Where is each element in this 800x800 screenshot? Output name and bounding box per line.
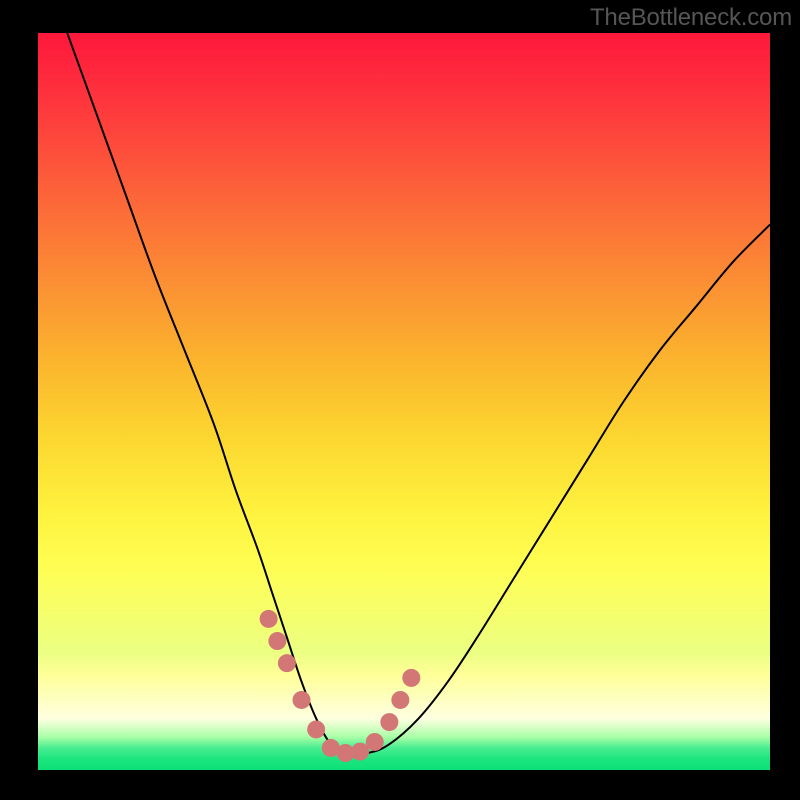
threshold-dot — [380, 713, 398, 731]
threshold-dot — [391, 691, 409, 709]
threshold-dot — [307, 720, 325, 738]
chart-container: TheBottleneck.com — [0, 0, 800, 800]
threshold-dot — [293, 691, 311, 709]
threshold-dot — [260, 610, 278, 628]
threshold-dot — [268, 632, 286, 650]
threshold-dot — [278, 654, 296, 672]
threshold-dot — [366, 733, 384, 751]
gradient-background — [38, 33, 770, 770]
plot-svg — [38, 33, 770, 770]
threshold-dot — [402, 669, 420, 687]
plot-area — [38, 33, 770, 770]
watermark-text: TheBottleneck.com — [590, 4, 792, 32]
